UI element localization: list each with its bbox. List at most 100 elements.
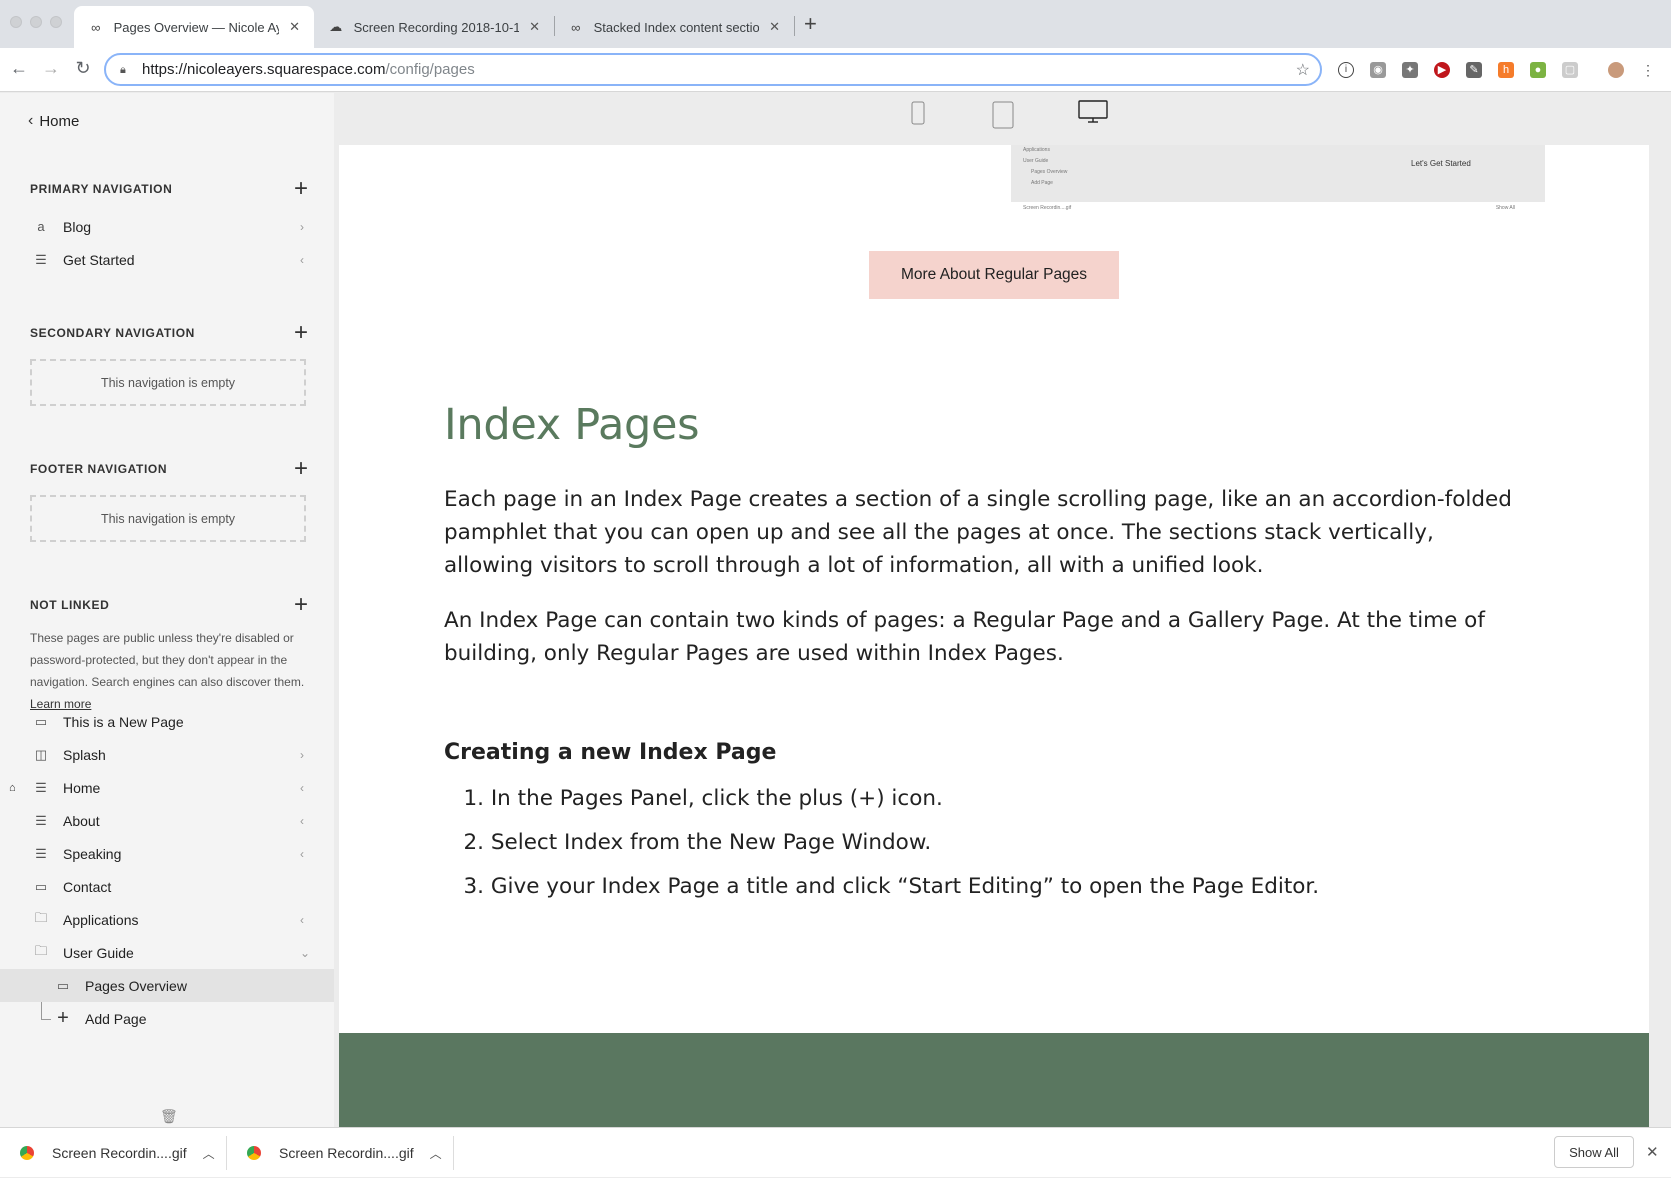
sidebar-item-get-started[interactable]: ☰ Get Started ‹ (0, 243, 334, 276)
index-icon: ☰ (35, 251, 47, 267)
tab-stacked-index[interactable]: ∞ Stacked Index content section ✕ (554, 6, 794, 48)
download-item[interactable]: Screen Recordin....gif ︿ (20, 1128, 215, 1178)
download-separator (453, 1136, 454, 1170)
sidebar-item-about[interactable]: ☰ About ‹ (0, 804, 334, 837)
index-icon: ☰ (35, 812, 47, 828)
sidebar-item-splash[interactable]: ◫ Splash › (0, 738, 334, 771)
sidebar-item-label: Home (63, 779, 101, 796)
blog-icon: a (37, 219, 45, 234)
close-icon[interactable]: ✕ (769, 19, 780, 35)
thumb-cta-text: Let's Get Started (1411, 159, 1471, 168)
download-item[interactable]: Screen Recordin....gif ︿ (247, 1128, 442, 1178)
close-icon[interactable]: ✕ (1646, 1143, 1659, 1161)
lock-icon: 🔒︎ (120, 63, 126, 76)
minimize-window-button[interactable] (30, 16, 42, 28)
desktop-view-icon[interactable] (1078, 100, 1108, 124)
tab-pages-overview[interactable]: ∞ Pages Overview — Nicole Ayers ✕ (74, 6, 314, 48)
extension-icon[interactable]: ▢ (1562, 62, 1578, 78)
sidebar-item-label: Blog (63, 218, 92, 235)
url-host: https://nicoleayers.squarespace.com (142, 61, 386, 78)
forward-arrow-icon[interactable]: → (40, 58, 62, 79)
chevron-left-icon: ‹ (28, 112, 34, 129)
sidebar-item-user-guide[interactable]: 🗀︎ User Guide ⌄ (0, 936, 334, 969)
sidebar-item-label: Pages Overview (85, 977, 187, 994)
not-linked-text: These pages are public unless they're di… (30, 631, 305, 689)
folder-icon: 🗀︎ (34, 909, 48, 925)
add-primary-button[interactable]: + (294, 177, 308, 201)
folder-icon: 🗀︎ (34, 942, 48, 958)
screenshot-thumbnail: Applications User Guide Pages Overview A… (1011, 145, 1545, 202)
squarespace-icon: ∞ (571, 19, 581, 35)
more-about-regular-pages-button[interactable]: More About Regular Pages (869, 251, 1119, 299)
sidebar-item-home[interactable]: ⌂ ☰ Home ‹ (0, 771, 334, 804)
step-number: 2. (463, 830, 484, 855)
trash-icon[interactable]: 🗑︎ (160, 1108, 178, 1125)
chevron-left-icon: ‹ (300, 813, 304, 828)
page-preview: Applications User Guide Pages Overview A… (339, 145, 1649, 1127)
list-item: 1. In the Pages Panel, click the plus (+… (444, 786, 943, 811)
back-home-link[interactable]: ‹ Home (28, 112, 79, 130)
list-item: 2. Select Index from the New Page Window… (444, 830, 931, 855)
tab-title: Screen Recording 2018-10-11 a (353, 19, 520, 35)
step-text: In the Pages Panel, click the plus (+) i… (490, 786, 943, 811)
sidebar-item-label: Speaking (63, 845, 122, 862)
address-bar[interactable]: 🔒︎ https://nicoleayers.squarespace.com/c… (104, 53, 1322, 86)
add-footer-button[interactable]: + (294, 457, 308, 481)
add-page-button[interactable]: + Add Page (0, 1002, 334, 1035)
show-all-button[interactable]: Show All (1554, 1136, 1634, 1168)
back-arrow-icon[interactable]: ← (8, 58, 30, 79)
sidebar-item-applications[interactable]: 🗀︎ Applications ‹ (0, 903, 334, 936)
sidebar-item-new-page[interactable]: ▭ This is a New Page (0, 705, 334, 738)
cloud-icon: ☁ (329, 19, 343, 34)
extension-icon[interactable]: h (1498, 62, 1514, 78)
sidebar-item-blog[interactable]: a Blog › (0, 210, 334, 243)
step-text: Select Index from the New Page Window. (490, 830, 932, 855)
footer-empty-box: This navigation is empty (30, 495, 306, 542)
tab-screen-recording[interactable]: ☁ Screen Recording 2018-10-11 a ✕ (314, 6, 554, 48)
sidebar-item-label: About (63, 812, 100, 829)
footer-navigation-heading: FOOTER NAVIGATION (30, 462, 168, 476)
add-not-linked-button[interactable]: + (294, 593, 308, 617)
browser-toolbar: ← → ↻ 🔒︎ https://nicoleayers.squarespace… (0, 48, 1671, 92)
page-icon: ▭ (34, 713, 48, 729)
close-icon[interactable]: ✕ (529, 19, 540, 35)
thumb-file-name: Screen Recordin....gif (1023, 205, 1072, 211)
index-icon: ☰ (35, 845, 47, 861)
extension-icon[interactable]: ✦ (1402, 62, 1418, 78)
download-file-name: Screen Recordin....gif (52, 1145, 187, 1161)
cover-page-icon: ◫ (34, 746, 48, 762)
sidebar-item-contact[interactable]: ▭ Contact (0, 870, 334, 903)
step-number: 1. (463, 786, 484, 811)
thumb-show-all: Show All (1495, 205, 1515, 211)
avatar[interactable] (1608, 62, 1624, 78)
url-path: /config/pages (385, 61, 475, 78)
page-icon: ▭ (34, 878, 48, 894)
chrome-icon (247, 1146, 261, 1160)
mobile-view-icon[interactable] (911, 101, 925, 125)
thumb-download-bar: Screen Recordin....gif Show All (1011, 205, 1545, 215)
chevron-right-icon: › (300, 747, 304, 762)
eyedropper-icon[interactable]: ✎ (1466, 62, 1482, 78)
reload-icon[interactable]: ↻ (72, 58, 94, 79)
add-secondary-button[interactable]: + (294, 321, 308, 345)
close-window-button[interactable] (10, 16, 22, 28)
chevron-up-icon[interactable]: ︿ (203, 1145, 215, 1162)
sidebar-item-speaking[interactable]: ☰ Speaking ‹ (0, 837, 334, 870)
new-tab-button[interactable]: + (804, 12, 817, 36)
password-manager-icon[interactable]: i (1338, 62, 1354, 78)
thumb-item: Applications (1023, 147, 1050, 153)
tab-title: Stacked Index content section (593, 19, 760, 35)
bookmark-star-icon[interactable]: ☆ (1296, 60, 1310, 80)
close-icon[interactable]: ✕ (289, 19, 300, 35)
chevron-up-icon[interactable]: ︿ (430, 1145, 442, 1162)
camera-icon[interactable]: ◉ (1370, 62, 1386, 78)
secondary-navigation-heading: SECONDARY NAVIGATION (30, 326, 195, 340)
sidebar-item-label: Contact (63, 878, 112, 895)
extension-icon[interactable]: ● (1530, 62, 1546, 78)
sidebar-item-pages-overview[interactable]: ▭ Pages Overview (0, 969, 334, 1002)
maximize-window-button[interactable] (50, 16, 62, 28)
primary-navigation-heading: PRIMARY NAVIGATION (30, 182, 173, 196)
menu-icon[interactable]: ⋮ (1640, 62, 1656, 78)
tablet-view-icon[interactable] (992, 101, 1014, 129)
record-icon[interactable]: ▶ (1434, 62, 1450, 78)
